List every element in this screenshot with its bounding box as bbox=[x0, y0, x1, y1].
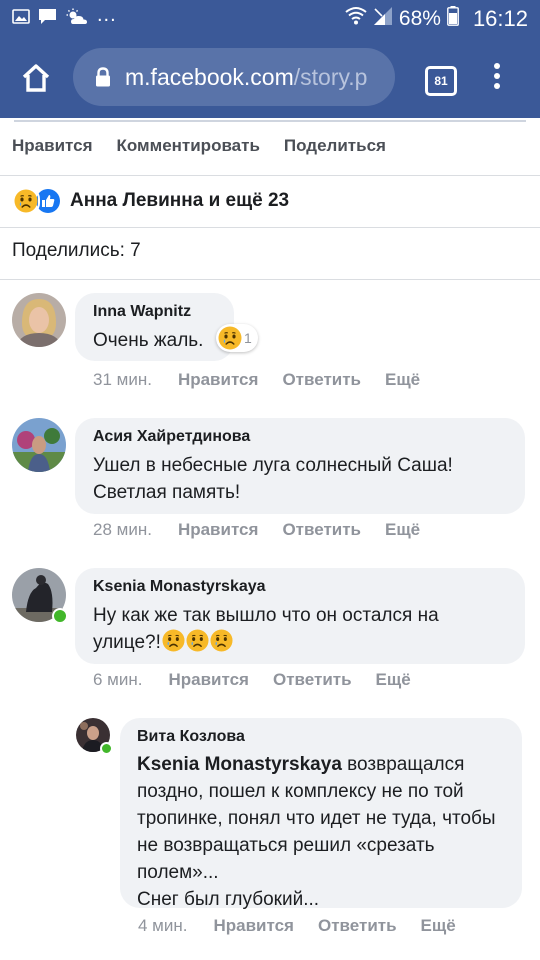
lock-icon bbox=[96, 67, 110, 87]
comment-time: 31 мин. bbox=[93, 370, 152, 389]
sad-emoji-icon bbox=[186, 629, 209, 652]
notification-area: ... bbox=[12, 4, 117, 31]
comment-author[interactable]: Inna Wapnitz bbox=[93, 303, 216, 321]
system-status: 68% 16:12 bbox=[345, 6, 528, 32]
online-status-dot bbox=[52, 608, 68, 624]
comment-author[interactable]: Ksenia Monastyrskaya bbox=[93, 578, 507, 596]
comment-reply-button[interactable]: Ответить bbox=[282, 370, 361, 390]
comment-time: 28 мин. bbox=[93, 520, 152, 539]
avatar[interactable] bbox=[76, 718, 113, 755]
gallery-icon bbox=[12, 9, 30, 29]
status-bar: ... 68% 16:12 bbox=[0, 0, 540, 38]
share-button[interactable]: Поделиться bbox=[284, 136, 386, 158]
reply-reply-button[interactable]: Ответить bbox=[318, 916, 397, 936]
comment-button[interactable]: Комментировать bbox=[117, 136, 260, 158]
comment-like-button[interactable]: Нравится bbox=[168, 670, 249, 690]
reply-like-button[interactable]: Нравится bbox=[213, 916, 294, 936]
post-actions: Нравится Комментировать Поделиться bbox=[0, 136, 540, 158]
url-host: m.facebook.com bbox=[125, 63, 294, 90]
comment-more-button[interactable]: Ещё bbox=[385, 370, 420, 390]
battery-percent: 68% bbox=[398, 7, 441, 30]
comment-meta: 31 мин. Нравится Ответить Ещё bbox=[93, 370, 444, 390]
comment-like-button[interactable]: Нравится bbox=[178, 520, 259, 540]
avatar[interactable] bbox=[12, 418, 66, 472]
reply-author[interactable]: Вита Козлова bbox=[137, 728, 506, 746]
comment-time: 6 мин. bbox=[93, 670, 143, 689]
reactions-summary[interactable]: Анна Левинна и ещё 23 bbox=[12, 187, 289, 215]
comment-reply-button[interactable]: Ответить bbox=[282, 520, 361, 540]
sad-emoji-icon bbox=[162, 629, 185, 652]
sad-reaction-icon bbox=[12, 187, 40, 215]
reply-time: 4 мин. bbox=[138, 916, 188, 935]
divider bbox=[0, 279, 540, 280]
comment-text: Ну как же так вышло что он остался на ул… bbox=[93, 605, 439, 653]
comment-author[interactable]: Асия Хайретдинова bbox=[93, 428, 507, 446]
browser-toolbar: m.facebook.com/story.p 81 bbox=[0, 38, 540, 118]
online-status-dot bbox=[100, 742, 113, 755]
comment-bubble: Асия Хайретдинова Ушел в небесные луга с… bbox=[75, 418, 525, 514]
kebab-menu-icon[interactable] bbox=[490, 63, 504, 93]
tab-switcher-button[interactable]: 81 bbox=[425, 66, 457, 96]
avatar[interactable] bbox=[12, 293, 66, 347]
address-bar[interactable]: m.facebook.com/story.p bbox=[73, 48, 395, 106]
home-icon[interactable] bbox=[20, 62, 52, 94]
battery-icon bbox=[447, 6, 459, 32]
wifi-icon bbox=[345, 6, 367, 32]
clock: 16:12 bbox=[472, 6, 528, 31]
header-separator bbox=[14, 120, 526, 122]
chat-icon bbox=[38, 8, 57, 30]
reply-bubble: Вита Козлова Ksenia Monastyrskaya возвра… bbox=[120, 718, 522, 910]
divider bbox=[0, 175, 540, 176]
shares-count[interactable]: Поделились: 7 bbox=[12, 240, 141, 262]
reply-more-button[interactable]: Ещё bbox=[421, 916, 456, 936]
comment-text: Очень жаль. bbox=[93, 330, 204, 351]
tab-count: 81 bbox=[434, 74, 448, 88]
url-text: m.facebook.com/story.p bbox=[125, 64, 367, 91]
comment-text: Ушел в небесные луга солнесный Саша! Све… bbox=[93, 455, 453, 503]
reply-meta: 4 мин. Нравится Ответить Ещё bbox=[138, 916, 480, 936]
comment-bubble: Inna Wapnitz Очень жаль. bbox=[75, 293, 234, 361]
comment-reply-button[interactable]: Ответить bbox=[273, 670, 352, 690]
comment-reaction-count[interactable]: 1 bbox=[216, 324, 258, 352]
mention-link[interactable]: Ksenia Monastyrskaya bbox=[137, 754, 342, 775]
comment-more-button[interactable]: Ещё bbox=[385, 520, 420, 540]
comment-like-button[interactable]: Нравится bbox=[178, 370, 259, 390]
reply-text: Ksenia Monastyrskaya возвращался поздно,… bbox=[137, 754, 496, 910]
reactions-text: Анна Левинна и ещё 23 bbox=[70, 190, 290, 211]
url-path: /story.p bbox=[293, 63, 368, 90]
signal-icon bbox=[373, 6, 393, 32]
weather-icon bbox=[65, 8, 89, 31]
sad-emoji-icon bbox=[210, 629, 233, 652]
like-button[interactable]: Нравится bbox=[12, 136, 93, 158]
comment-bubble: Ksenia Monastyrskaya Ну как же так вышло… bbox=[75, 568, 525, 664]
comment-meta: 6 мин. Нравится Ответить Ещё bbox=[93, 670, 435, 690]
avatar[interactable] bbox=[12, 568, 68, 624]
sad-reaction-icon bbox=[218, 326, 242, 350]
more-notifications-indicator: ... bbox=[97, 3, 117, 26]
comment-more-button[interactable]: Ещё bbox=[376, 670, 411, 690]
reaction-count-number: 1 bbox=[244, 330, 252, 346]
comment-meta: 28 мин. Нравится Ответить Ещё bbox=[93, 520, 444, 540]
divider bbox=[0, 227, 540, 228]
